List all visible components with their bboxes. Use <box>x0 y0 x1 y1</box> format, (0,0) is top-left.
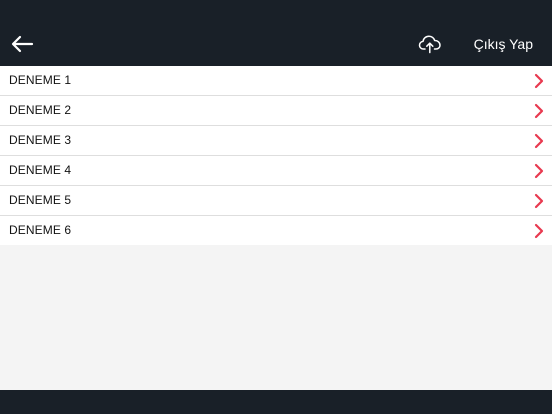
top-bar: Çıkış Yap <box>0 0 552 66</box>
list-item-label: DENEME 1 <box>9 73 72 87</box>
chevron-right-icon <box>534 73 544 89</box>
chevron-right-icon <box>534 193 544 209</box>
logout-button[interactable]: Çıkış Yap <box>474 36 533 52</box>
list-item-label: DENEME 6 <box>9 223 72 237</box>
chevron-right-icon <box>534 223 544 239</box>
list-item-label: DENEME 2 <box>9 103 72 117</box>
list-item[interactable]: DENEME 5 <box>0 186 552 216</box>
back-button[interactable] <box>10 34 34 54</box>
app-screen: Çıkış Yap DENEME 1 DENEME 2 DENEME 3 DEN… <box>0 0 552 414</box>
list-item[interactable]: DENEME 1 <box>0 66 552 96</box>
cloud-upload-icon <box>418 35 441 54</box>
arrow-left-icon <box>11 35 34 53</box>
list-item-label: DENEME 4 <box>9 163 72 177</box>
chevron-right-icon <box>534 103 544 119</box>
chevron-right-icon <box>534 133 544 149</box>
list-item[interactable]: DENEME 6 <box>0 216 552 245</box>
chevron-right-icon <box>534 163 544 179</box>
list-item-label: DENEME 3 <box>9 133 72 147</box>
list-item[interactable]: DENEME 2 <box>0 96 552 126</box>
item-list: DENEME 1 DENEME 2 DENEME 3 DENEME 4 DENE… <box>0 66 552 245</box>
list-item[interactable]: DENEME 4 <box>0 156 552 186</box>
list-item-label: DENEME 5 <box>9 193 72 207</box>
list-item[interactable]: DENEME 3 <box>0 126 552 156</box>
bottom-bar <box>0 390 552 414</box>
cloud-upload-button[interactable] <box>418 33 442 55</box>
